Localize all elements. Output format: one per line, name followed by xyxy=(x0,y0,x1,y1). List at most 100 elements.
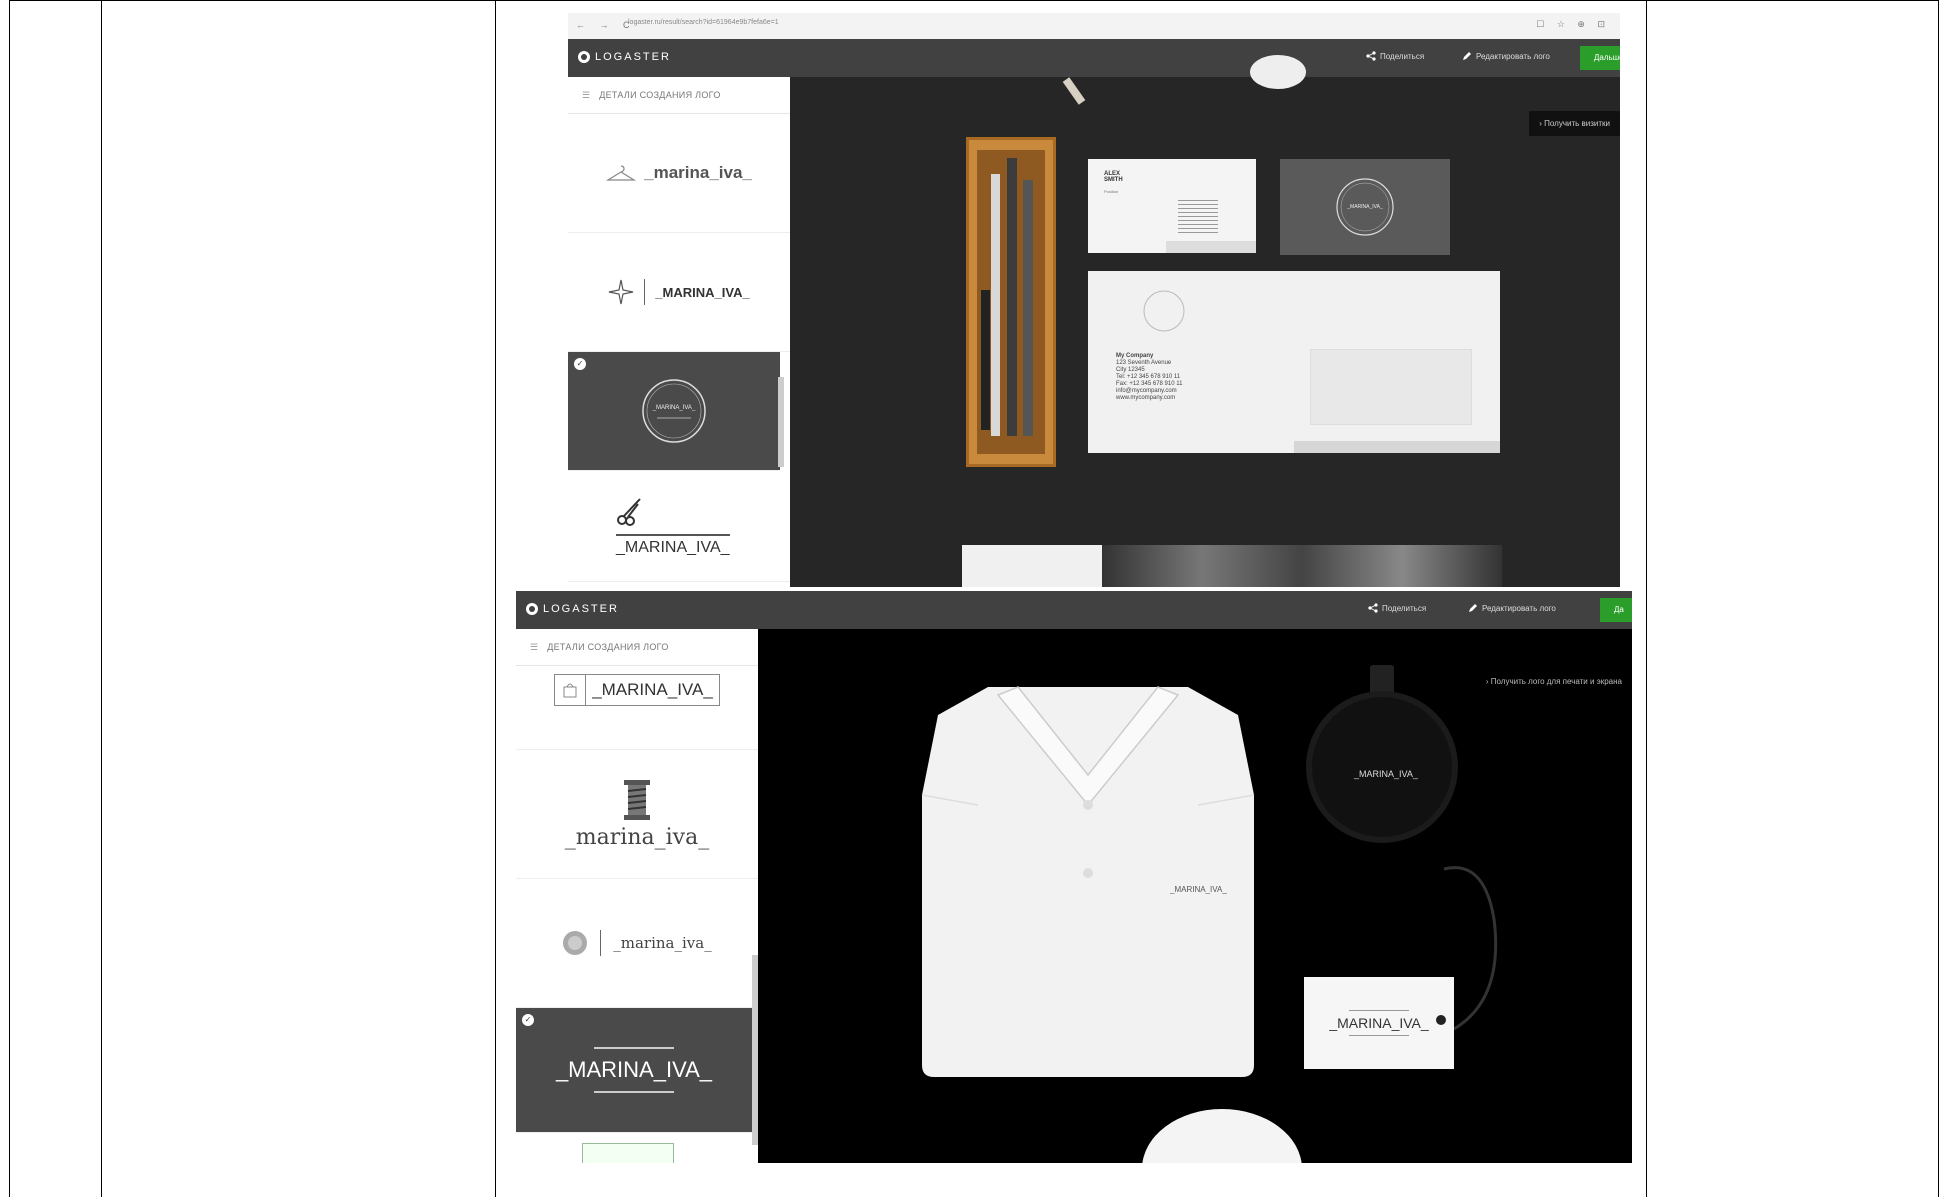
app-header: LOGASTER Поделиться Редактировать лого Д… xyxy=(516,591,1632,629)
table-divider-1 xyxy=(101,0,102,1197)
logo-rule xyxy=(594,1091,674,1093)
envelope-email: info@mycompany.com xyxy=(1116,388,1177,394)
share-icon xyxy=(1366,51,1376,61)
business-card-front: ALEX SMITH Position xyxy=(1088,159,1256,253)
download-button[interactable]: Дальше xyxy=(1580,46,1620,70)
tag-rule xyxy=(1349,1035,1409,1036)
sidebar-header-label: ДЕТАЛИ СОЗДАНИЯ ЛОГО xyxy=(599,90,721,100)
tag-logo: _MARINA_IVA_ xyxy=(1329,1015,1429,1031)
brochure-mockup xyxy=(962,545,1502,587)
brand-name: LOGASTER xyxy=(543,603,619,615)
sidebar-header-label: ДЕТАЛИ СОЗДАНИЯ ЛОГО xyxy=(547,642,669,652)
logaster-logo[interactable]: LOGASTER xyxy=(526,603,619,615)
pencil-box xyxy=(966,137,1056,467)
envelope-company: My Company xyxy=(1116,353,1154,359)
screenshot-logo-stationery: ← → C logaster.ru/result/search?id=61964… xyxy=(568,13,1620,587)
pen xyxy=(1023,180,1033,436)
logo-variant-text: _MARINA_IVA_ xyxy=(555,1057,713,1082)
logo-variant-3-selected[interactable]: ✓ _MARINA_IVA_ xyxy=(568,352,780,471)
screenshot-logo-apparel: LOGASTER Поделиться Редактировать лого Д… xyxy=(516,591,1632,1163)
logo-variant-text: _MARINA_IVA_ xyxy=(652,405,696,411)
envelope-street: 123 Seventh Avenue xyxy=(1116,360,1172,366)
flask-mockup xyxy=(1306,665,1458,843)
list-icon: ☰ xyxy=(582,90,591,100)
logo-variants-sidebar: ☰ ДЕТАЛИ СОЗДАНИЯ ЛОГО _marina_iva_ _MAR… xyxy=(568,77,790,587)
pencil xyxy=(991,174,1000,436)
polo-shirt-mockup xyxy=(921,686,1255,1077)
flask-logo: _MARINA_IVA_ xyxy=(1354,769,1418,779)
logaster-logo[interactable]: LOGASTER xyxy=(578,51,671,63)
envelope-city: City 12345 xyxy=(1116,367,1145,373)
sidebar-header[interactable]: ☰ ДЕТАЛИ СОЗДАНИЯ ЛОГО xyxy=(568,77,790,114)
logaster-logo-icon xyxy=(526,603,538,615)
thread-spool-icon xyxy=(624,779,650,820)
round-object xyxy=(1250,55,1306,89)
brand-name: LOGASTER xyxy=(595,51,671,63)
address-bar[interactable]: logaster.ru/result/search?id=61964e9b7fe… xyxy=(628,19,779,26)
card-bottom-strip xyxy=(1166,241,1256,253)
sidebar-scrollbar[interactable] xyxy=(778,377,784,467)
envelope-bottom-strip xyxy=(1294,441,1500,453)
logo-variant-text: _MARINA_IVA_ xyxy=(655,284,750,300)
bag-icon xyxy=(563,683,577,698)
table-border-left xyxy=(9,0,10,1197)
download-button[interactable]: Да xyxy=(1600,598,1632,622)
browser-toolbar: ← → C logaster.ru/result/search?id=61964… xyxy=(568,13,1620,40)
table-border-top xyxy=(9,0,1939,1)
browser-controls[interactable]: ☐ ☆ ⊕ ⊡ xyxy=(1536,19,1610,30)
card-lines xyxy=(1178,197,1218,233)
sparkle-icon xyxy=(609,279,634,305)
get-business-cards-link[interactable]: › Получить визитки xyxy=(1529,111,1620,136)
divider xyxy=(585,675,587,705)
envelope-tel: Tel: +12 345 678 910 11 xyxy=(1116,374,1181,380)
envelope: My Company 123 Seventh Avenue City 12345… xyxy=(1088,271,1500,453)
check-icon: ✓ xyxy=(574,358,586,370)
edit-logo-button[interactable]: Редактировать лого xyxy=(1462,51,1550,61)
table-divider-3 xyxy=(1646,0,1647,1197)
table-divider-2 xyxy=(495,0,496,1197)
business-card-back: _MARINA_IVA_ xyxy=(1280,159,1450,255)
logaster-logo-icon xyxy=(578,51,590,63)
card-name: ALEX SMITH xyxy=(1104,171,1123,183)
edit-logo-button[interactable]: Редактировать лого xyxy=(1468,603,1556,613)
envelope-address: My Company 123 Seventh Avenue City 12345… xyxy=(1116,353,1182,402)
envelope-logo xyxy=(1143,290,1185,332)
sidebar-header[interactable]: ☰ ДЕТАЛИ СОЗДАНИЯ ЛОГО xyxy=(516,629,758,666)
hang-tag-mockup: _MARINA_IVA_ xyxy=(1304,977,1454,1069)
brochure-photo xyxy=(1102,545,1502,587)
logo-variant-text: _marina_iva_ xyxy=(613,934,712,952)
logo-variant-text: _MARINA_IVA_ xyxy=(616,533,730,557)
logo-variant-1[interactable]: _marina_iva_ xyxy=(568,114,790,233)
get-print-logo-link[interactable]: › Получить лого для печати и экрана xyxy=(1476,669,1632,694)
envelope-fax: Fax: +12 345 678 910 11 xyxy=(1116,381,1183,387)
edit-logo-label: Редактировать лого xyxy=(1482,603,1556,613)
apparel-mockup-canvas: › Получить лого для печати и экрана _MAR… xyxy=(758,629,1632,1163)
logo-variant-4[interactable]: _MARINA_IVA_ xyxy=(568,471,790,582)
pen xyxy=(981,290,990,430)
share-label: Поделиться xyxy=(1382,603,1427,613)
tag-rule xyxy=(1349,1010,1409,1011)
envelope-window xyxy=(1310,349,1472,425)
logo-variant-4-selected[interactable]: ✓ _MARINA_IVA_ xyxy=(516,1008,752,1133)
boxed-logo: _MARINA_IVA_ xyxy=(554,674,720,706)
logo-rule xyxy=(594,1047,674,1049)
share-button[interactable]: Поделиться xyxy=(1368,603,1426,613)
card-role: Position xyxy=(1104,189,1119,194)
logo-variant-2[interactable]: _MARINA_IVA_ xyxy=(568,233,790,352)
stationery-mockup-canvas: › Получить визитки ALEX SMITH Position _… xyxy=(790,55,1620,587)
divider xyxy=(600,930,602,956)
pencil-icon xyxy=(1463,52,1471,60)
logo-variant-text: _marina_iva_ xyxy=(644,163,752,182)
pencil-tip xyxy=(1062,77,1086,105)
browser-nav-icons[interactable]: ← → C xyxy=(576,20,636,30)
edit-logo-label: Редактировать лого xyxy=(1476,51,1550,61)
tag-hole xyxy=(1436,1015,1446,1025)
round-badge-mockup xyxy=(1142,1109,1302,1163)
app-header: LOGASTER Поделиться Редактировать лого Д… xyxy=(568,39,1620,77)
pencil-icon xyxy=(1469,604,1477,612)
logo-variant-3[interactable]: _marina_iva_ xyxy=(516,879,758,1008)
logo-variant-1[interactable]: _MARINA_IVA_ xyxy=(516,666,758,750)
logo-variant-2[interactable]: _marina_iva_ xyxy=(516,750,758,879)
share-button[interactable]: Поделиться xyxy=(1366,51,1424,61)
sidebar-footer-button[interactable] xyxy=(582,1143,674,1163)
